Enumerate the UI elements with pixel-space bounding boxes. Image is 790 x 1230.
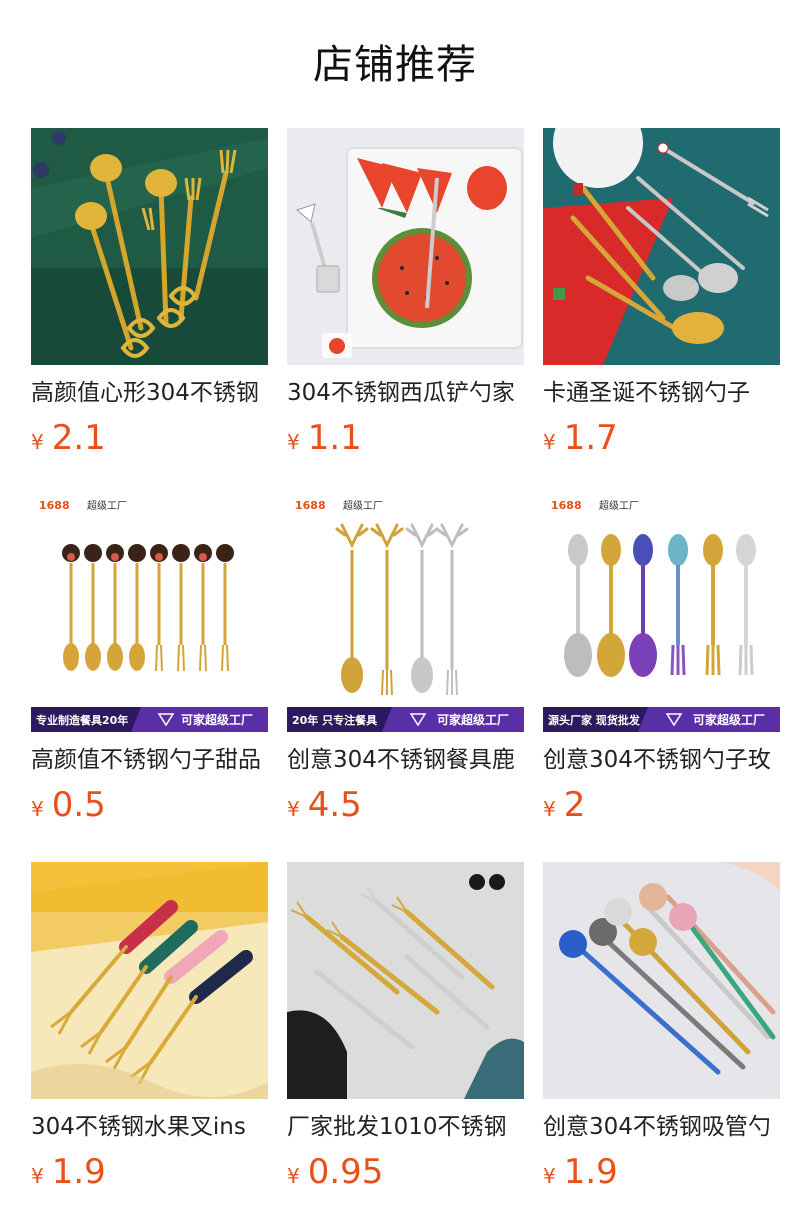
banner-right-text: 可家超级工厂 <box>693 712 765 727</box>
currency-symbol: ¥ <box>31 430 44 454</box>
price-row: ¥1.9 <box>31 1152 268 1192</box>
currency-symbol: ¥ <box>287 797 300 821</box>
product-image[interactable]: 1688 超级工厂 <box>543 495 780 732</box>
banner-left-text: 专业制造餐具20年 <box>36 713 128 727</box>
product-card[interactable]: 高颜值心形304不锈钢 ¥2.1 <box>31 128 268 458</box>
banner-left-text: 源头厂家 现货批发 <box>548 713 641 727</box>
factory-tag: 超级工厂 <box>599 499 639 512</box>
product-card[interactable]: 1688 超级工厂 <box>543 495 780 825</box>
price-row: ¥0.5 <box>31 785 268 825</box>
factory-tag: 超级工厂 <box>343 499 383 512</box>
currency-symbol: ¥ <box>543 430 556 454</box>
product-title[interactable]: 创意304不锈钢吸管勺 <box>543 1110 780 1144</box>
product-title[interactable]: 304不锈钢西瓜铲勺家 <box>287 376 524 410</box>
product-title[interactable]: 304不锈钢水果叉ins <box>31 1110 268 1144</box>
product-price: 0.5 <box>51 785 106 825</box>
currency-symbol: ¥ <box>31 797 44 821</box>
banner-right-text: 可家超级工厂 <box>181 712 253 727</box>
product-image[interactable] <box>543 128 780 365</box>
brand-logo-1688: 1688 <box>295 499 326 512</box>
currency-symbol: ¥ <box>543 797 556 821</box>
product-title[interactable]: 高颜值心形304不锈钢 <box>31 376 268 410</box>
brand-logo-1688: 1688 <box>39 499 70 512</box>
product-card[interactable]: 创意304不锈钢吸管勺 ¥1.9 <box>543 862 780 1192</box>
price-row: ¥1.9 <box>543 1152 780 1192</box>
brand-logo-1688: 1688 <box>551 499 582 512</box>
product-title[interactable]: 创意304不锈钢餐具鹿 <box>287 743 524 777</box>
product-price: 2 <box>563 785 586 825</box>
product-title[interactable]: 厂家批发1010不锈钢 <box>287 1110 524 1144</box>
product-price: 0.95 <box>307 1152 384 1192</box>
currency-symbol: ¥ <box>543 1164 556 1188</box>
product-image[interactable] <box>287 128 524 365</box>
product-card[interactable]: 1688 超级工厂 20年 只专注餐具 可家超级工厂 创意304不锈钢餐具鹿 ¥… <box>287 495 524 825</box>
banner-left-text: 20年 只专注餐具 <box>292 713 377 727</box>
product-image[interactable] <box>31 862 268 1099</box>
price-row: ¥0.95 <box>287 1152 524 1192</box>
product-image[interactable] <box>543 862 780 1099</box>
product-price: 1.9 <box>51 1152 106 1192</box>
product-card[interactable]: 卡通圣诞不锈钢勺子 ¥1.7 <box>543 128 780 458</box>
product-card[interactable]: 1688 超级工厂 <box>31 495 268 825</box>
factory-tag: 超级工厂 <box>87 499 127 512</box>
price-row: ¥1.7 <box>543 418 780 458</box>
product-price: 1.7 <box>563 418 618 458</box>
banner-right-text: 可家超级工厂 <box>437 712 509 727</box>
currency-symbol: ¥ <box>31 1164 44 1188</box>
price-row: ¥1.1 <box>287 418 524 458</box>
price-row: ¥4.5 <box>287 785 524 825</box>
currency-symbol: ¥ <box>287 1164 300 1188</box>
product-title[interactable]: 卡通圣诞不锈钢勺子 <box>543 376 780 410</box>
product-card[interactable]: 304不锈钢西瓜铲勺家 ¥1.1 <box>287 128 524 458</box>
product-card[interactable]: 厂家批发1010不锈钢 ¥0.95 <box>287 862 524 1192</box>
product-price: 1.1 <box>307 418 362 458</box>
currency-symbol: ¥ <box>287 430 300 454</box>
product-image[interactable]: 1688 超级工厂 20年 只专注餐具 可家超级工厂 <box>287 495 524 732</box>
product-price: 1.9 <box>563 1152 618 1192</box>
price-row: ¥2.1 <box>31 418 268 458</box>
product-price: 4.5 <box>307 785 362 825</box>
product-price: 2.1 <box>51 418 106 458</box>
product-title[interactable]: 创意304不锈钢勺子玫 <box>543 743 780 777</box>
product-card[interactable]: 304不锈钢水果叉ins ¥1.9 <box>31 862 268 1192</box>
price-row: ¥2 <box>543 785 780 825</box>
product-image[interactable] <box>31 128 268 365</box>
product-title[interactable]: 高颜值不锈钢勺子甜品 <box>31 743 268 777</box>
product-image[interactable] <box>287 862 524 1099</box>
product-image[interactable]: 1688 超级工厂 <box>31 495 268 732</box>
page-title: 店铺推荐 <box>313 42 477 88</box>
